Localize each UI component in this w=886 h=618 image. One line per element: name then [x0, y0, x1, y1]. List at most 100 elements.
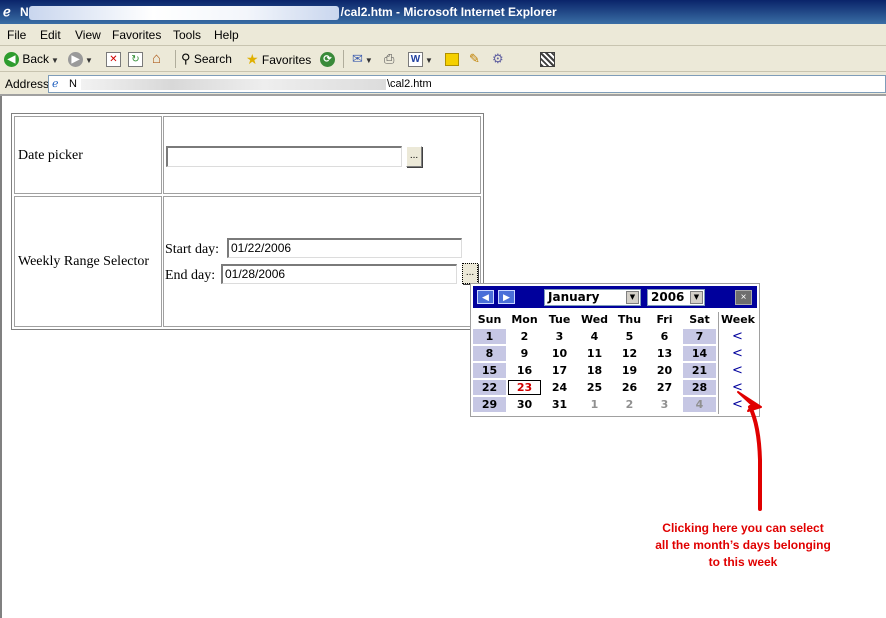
search-label: Search — [193, 52, 232, 66]
calendar-day[interactable]: 5 — [613, 329, 646, 344]
weekday-header-tue: Tue — [548, 313, 571, 326]
year-value: 2006 — [651, 290, 685, 304]
edit-dropdown-icon[interactable]: ▼ — [425, 56, 433, 65]
calendar-day[interactable]: 23 — [508, 380, 541, 395]
end-day-input[interactable]: 01/28/2006 — [221, 264, 457, 284]
research-button[interactable]: ✎ — [469, 50, 480, 68]
refresh-button[interactable]: ↻ — [128, 50, 143, 68]
calendar-day[interactable]: 29 — [473, 397, 506, 412]
calendar-day[interactable]: 10 — [543, 346, 576, 361]
calendar-day[interactable]: 15 — [473, 363, 506, 378]
month-select[interactable]: January ▼ — [544, 289, 641, 306]
calendar-day[interactable]: 9 — [508, 346, 541, 361]
forward-dropdown-icon[interactable]: ▼ — [85, 56, 93, 65]
prev-month-button[interactable]: ◀ — [477, 290, 494, 304]
end-day-label: End day: — [165, 268, 216, 283]
calendar-day[interactable]: 18 — [578, 363, 611, 378]
menu-help[interactable]: Help — [214, 28, 239, 42]
stop-button[interactable]: ✕ — [106, 50, 121, 68]
annotation-line-1: Clicking here you can select — [662, 521, 824, 535]
calendar-day[interactable]: 1 — [473, 329, 506, 344]
calendar-day[interactable]: 4 — [683, 397, 716, 412]
grid-tool-icon — [540, 52, 555, 68]
home-icon: ⌂ — [152, 50, 162, 67]
calendar-day[interactable]: 17 — [543, 363, 576, 378]
calendar-day[interactable]: 28 — [683, 380, 716, 395]
extra-tool-button[interactable] — [540, 50, 555, 68]
messenger-button[interactable]: ⚙ — [492, 50, 504, 68]
back-dropdown-icon[interactable]: ▼ — [51, 56, 59, 65]
calendar-day[interactable]: 22 — [473, 380, 506, 395]
weekday-header-thu: Thu — [617, 313, 642, 326]
date-picker-button[interactable]: ... — [406, 146, 422, 167]
date-picker-label-cell: Date picker — [14, 116, 162, 194]
calendar-day[interactable]: 6 — [648, 329, 681, 344]
home-button[interactable]: ⌂ — [152, 50, 161, 68]
close-calendar-button[interactable]: × — [735, 290, 752, 305]
calendar-day[interactable]: 27 — [648, 380, 681, 395]
menu-favorites[interactable]: Favorites — [112, 28, 161, 42]
forward-arrow-icon: ▶ — [68, 52, 83, 68]
messenger-icon: ⚙ — [492, 51, 504, 66]
weekly-range-label: Weekly Range Selector — [18, 254, 150, 269]
calendar-day[interactable]: 14 — [683, 346, 716, 361]
calendar-day[interactable]: 20 — [648, 363, 681, 378]
select-week-button[interactable]: < — [721, 329, 754, 344]
menu-view[interactable]: View — [75, 28, 101, 42]
calendar-day[interactable]: 26 — [613, 380, 646, 395]
calendar-day[interactable]: 25 — [578, 380, 611, 395]
date-picker-input[interactable] — [166, 146, 402, 167]
weekday-header-wed: Wed — [580, 313, 609, 326]
calendar-day[interactable]: 4 — [578, 329, 611, 344]
discuss-button[interactable] — [445, 50, 459, 68]
edit-button[interactable]: W ▼ — [408, 50, 433, 68]
calendar-day[interactable]: 1 — [578, 397, 611, 412]
forward-button[interactable]: ▶ ▼ — [68, 50, 93, 68]
year-select[interactable]: 2006 ▼ — [647, 289, 705, 306]
window-title-bar: ℯ N/cal2.htm - Microsoft Internet Explor… — [0, 0, 886, 24]
select-week-button[interactable]: < — [721, 346, 754, 361]
calendar-day[interactable]: 7 — [683, 329, 716, 344]
calendar-day[interactable]: 21 — [683, 363, 716, 378]
url-start: N — [69, 78, 77, 90]
mail-dropdown-icon[interactable]: ▼ — [365, 56, 373, 65]
search-icon: ⚲ — [181, 51, 191, 66]
calendar-day[interactable]: 2 — [613, 397, 646, 412]
week-column-divider — [718, 312, 719, 414]
weekday-header-sun: Sun — [477, 313, 502, 326]
calendar-day[interactable]: 13 — [648, 346, 681, 361]
range-picker-button[interactable]: ... — [462, 263, 478, 284]
calendar-day[interactable]: 31 — [543, 397, 576, 412]
calendar-day[interactable]: 30 — [508, 397, 541, 412]
date-picker-label: Date picker — [18, 148, 83, 163]
select-week-button[interactable]: < — [721, 363, 754, 378]
calendar-day[interactable]: 24 — [543, 380, 576, 395]
stop-icon: ✕ — [106, 52, 121, 68]
mail-button[interactable]: ✉ ▼ — [352, 50, 373, 68]
chevron-down-icon: ▼ — [626, 291, 639, 304]
calendar-day[interactable]: 2 — [508, 329, 541, 344]
chevron-down-icon: ▼ — [690, 291, 703, 304]
calendar-day[interactable]: 19 — [613, 363, 646, 378]
favorites-button[interactable]: ★ Favorites — [246, 50, 311, 68]
next-month-button[interactable]: ▶ — [498, 290, 515, 304]
print-button[interactable]: ⎙ — [384, 50, 394, 68]
calendar-day[interactable]: 8 — [473, 346, 506, 361]
start-day-label: Start day: — [165, 242, 220, 257]
calendar-day[interactable]: 16 — [508, 363, 541, 378]
start-day-input[interactable]: 01/22/2006 — [227, 238, 462, 258]
address-input[interactable]: ℯ N \cal2.htm — [48, 75, 886, 93]
calendar-day[interactable]: 11 — [578, 346, 611, 361]
history-button[interactable]: ⟳ — [320, 50, 335, 68]
weekday-header-sat: Sat — [689, 313, 710, 326]
window-title-end: /cal2.htm - Microsoft Internet Explorer — [340, 5, 557, 19]
calendar-day[interactable]: 3 — [648, 397, 681, 412]
back-button[interactable]: ◀ Back ▼ — [4, 50, 59, 68]
menu-file[interactable]: File — [7, 28, 26, 42]
menu-tools[interactable]: Tools — [173, 28, 201, 42]
calendar-day[interactable]: 12 — [613, 346, 646, 361]
note-icon — [445, 53, 459, 67]
menu-edit[interactable]: Edit — [40, 28, 61, 42]
search-button[interactable]: ⚲ Search — [181, 50, 232, 68]
calendar-day[interactable]: 3 — [543, 329, 576, 344]
